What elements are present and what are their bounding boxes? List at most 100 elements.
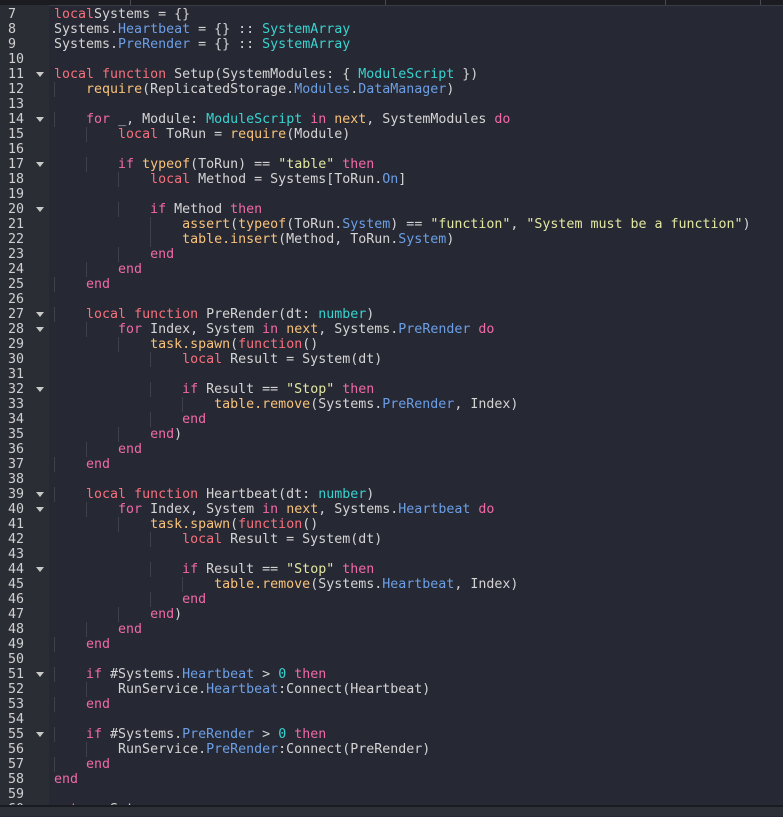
code-line[interactable]: 41 task.spawn(function() <box>0 517 783 532</box>
code-line[interactable]: 36 end <box>0 442 783 457</box>
line-number: 37 <box>8 457 25 472</box>
code-line[interactable]: 22 table.insert(Method, ToRun.System) <box>0 232 783 247</box>
code-line[interactable]: 33 table.remove(Systems.PreRender, Index… <box>0 397 783 412</box>
code-line[interactable]: 7 localSystems = {} <box>0 7 783 22</box>
code-token: ) <box>446 232 455 247</box>
code-line[interactable]: 56 RunService.PreRender:Connect(PreRende… <box>0 742 783 757</box>
code-line[interactable]: 20 if Method then <box>0 202 783 217</box>
code-line[interactable]: 16 <box>0 142 783 157</box>
code-token: () <box>302 517 319 532</box>
code-token: Systems = {} <box>94 7 191 22</box>
line-number: 7 <box>8 7 17 22</box>
line-number: 36 <box>8 442 25 457</box>
code-line[interactable]: 52 RunService.Heartbeat:Connect(Heartbea… <box>0 682 783 697</box>
fold-arrow-icon[interactable] <box>36 387 44 392</box>
line-number: 9 <box>8 37 17 52</box>
code-token: PreRender(dt: <box>198 307 319 322</box>
code-line[interactable]: 34 end <box>0 412 783 427</box>
line-number: 12 <box>8 82 25 97</box>
line-number: 52 <box>8 682 25 697</box>
code-line[interactable]: 25 end <box>0 277 783 292</box>
code-text: end <box>54 697 110 712</box>
code-token: ) <box>174 607 183 622</box>
code-token: in <box>310 112 327 127</box>
code-line[interactable]: 53 end <box>0 697 783 712</box>
line-number: 30 <box>8 352 25 367</box>
code-line[interactable]: 55 if #Systems.PreRender > 0 then <box>0 727 783 742</box>
code-line[interactable]: 43 <box>0 547 783 562</box>
code-line[interactable]: 37 end <box>0 457 783 472</box>
horizontal-scrollbar[interactable] <box>0 805 783 816</box>
code-text: RunService.Heartbeat:Connect(Heartbeat) <box>54 682 430 697</box>
code-token: end <box>86 457 111 472</box>
code-text: RunService.PreRender:Connect(PreRender) <box>54 742 430 757</box>
code-token: next <box>286 502 319 517</box>
code-text: end <box>54 622 142 637</box>
code-line[interactable]: 32 if Result == "Stop" then <box>0 382 783 397</box>
code-line[interactable]: 17 if typeof(ToRun) == "table" then <box>0 157 783 172</box>
code-line[interactable]: 19 <box>0 187 783 202</box>
fold-arrow-icon[interactable] <box>36 672 44 677</box>
fold-arrow-icon[interactable] <box>36 327 44 332</box>
code-line[interactable]: 44 if Result == "Stop" then <box>0 562 783 577</box>
line-number: 32 <box>8 382 25 397</box>
code-line[interactable]: 24 end <box>0 262 783 277</box>
code-line[interactable]: 38 <box>0 472 783 487</box>
code-line[interactable]: 14 for _, Module: ModuleScript in next, … <box>0 112 783 127</box>
code-line[interactable]: 46 end <box>0 592 783 607</box>
code-line[interactable]: 35 end) <box>0 427 783 442</box>
code-line[interactable]: 9 Systems.PreRender = {} :: SystemArray <box>0 37 783 52</box>
code-line[interactable]: 26 <box>0 292 783 307</box>
code-line[interactable]: 18 local Method = Systems[ToRun.On] <box>0 172 783 187</box>
code-line[interactable]: 31 <box>0 367 783 382</box>
fold-arrow-icon[interactable] <box>36 312 44 317</box>
code-line[interactable]: 27 local function PreRender(dt: number) <box>0 307 783 322</box>
code-line[interactable]: 47 end) <box>0 607 783 622</box>
code-line[interactable]: 49 end <box>0 637 783 652</box>
fold-arrow-icon[interactable] <box>36 492 44 497</box>
line-number: 19 <box>8 187 25 202</box>
code-token: ( <box>230 337 239 352</box>
line-number: 49 <box>8 637 25 652</box>
code-token: end <box>86 697 111 712</box>
code-token: if <box>150 202 167 217</box>
code-line[interactable]: 13 <box>0 97 783 112</box>
code-line[interactable]: 21 assert(typeof(ToRun.System) == "funct… <box>0 217 783 232</box>
code-line[interactable]: 23 end <box>0 247 783 262</box>
code-line[interactable]: 42 local Result = System(dt) <box>0 532 783 547</box>
fold-arrow-icon[interactable] <box>36 117 44 122</box>
code-line[interactable]: 10 <box>0 52 783 67</box>
code-line[interactable]: 57 end <box>0 757 783 772</box>
code-token: task.spawn <box>150 337 231 352</box>
code-line[interactable]: 54 <box>0 712 783 727</box>
fold-arrow-icon[interactable] <box>36 507 44 512</box>
code-token: ) == <box>390 217 431 232</box>
code-text: end <box>54 412 206 427</box>
code-token: System <box>342 217 391 232</box>
fold-arrow-icon[interactable] <box>36 567 44 572</box>
code-line[interactable]: 12 require(ReplicatedStorage.Modules.Dat… <box>0 82 783 97</box>
code-editor[interactable]: 7 localSystems = {} 8 Systems.Heartbeat = {… <box>0 7 783 817</box>
fold-arrow-icon[interactable] <box>36 162 44 167</box>
code-line[interactable]: 29 task.spawn(function() <box>0 337 783 352</box>
code-line[interactable]: 15 local ToRun = require(Module) <box>0 127 783 142</box>
code-line[interactable]: 39 local function Heartbeat(dt: number) <box>0 487 783 502</box>
code-line[interactable]: 58 end <box>0 772 783 787</box>
code-line[interactable]: 50 <box>0 652 783 667</box>
code-line[interactable]: 51 if #Systems.Heartbeat > 0 then <box>0 667 783 682</box>
code-line[interactable]: 48 end <box>0 622 783 637</box>
code-line[interactable]: 8 Systems.Heartbeat = {} :: SystemArray <box>0 22 783 37</box>
fold-arrow-icon[interactable] <box>36 207 44 212</box>
code-line[interactable]: 40 for Index, System in next, Systems.He… <box>0 502 783 517</box>
line-number: 58 <box>8 772 25 787</box>
fold-arrow-icon[interactable] <box>36 72 44 77</box>
code-token: ) <box>742 217 751 232</box>
fold-arrow-icon[interactable] <box>36 732 44 737</box>
code-line[interactable]: 30 local Result = System(dt) <box>0 352 783 367</box>
code-line[interactable]: 28 for Index, System in next, Systems.Pr… <box>0 322 783 337</box>
code-line[interactable]: 59 <box>0 787 783 802</box>
code-line[interactable]: 11 local function Setup(SystemModules: { … <box>0 67 783 82</box>
code-line[interactable]: 45 table.remove(Systems.Heartbeat, Index… <box>0 577 783 592</box>
